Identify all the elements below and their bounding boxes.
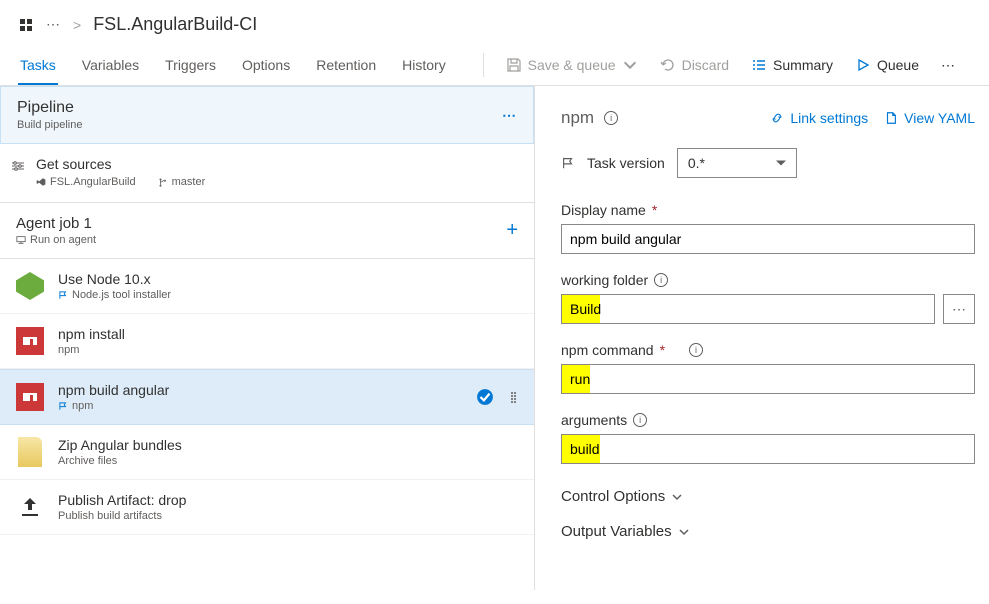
task-detail-title: npm: [561, 108, 594, 128]
task-row[interactable]: Publish Artifact: drop Publish build arti…: [0, 480, 534, 535]
chevron-right-icon: >: [73, 17, 81, 33]
task-row[interactable]: npm build angular npm: [0, 369, 534, 425]
working-folder-input[interactable]: [561, 294, 935, 324]
undo-icon: [660, 57, 676, 73]
link-settings-button[interactable]: Link settings: [770, 110, 868, 126]
link-icon: [770, 111, 784, 125]
task-title: npm build angular: [58, 382, 462, 398]
required-marker: *: [660, 342, 665, 358]
branch-icon: [158, 177, 168, 187]
nodejs-icon: [16, 272, 44, 300]
job-subtitle: Run on agent: [16, 234, 96, 246]
pipelines-icon[interactable]: [18, 17, 34, 33]
tab-history[interactable]: History: [400, 45, 448, 85]
task-title: npm install: [58, 326, 518, 342]
add-task-button[interactable]: +: [506, 219, 518, 242]
task-title: Use Node 10.x: [58, 271, 518, 287]
get-sources-title: Get sources: [36, 156, 205, 172]
display-name-input[interactable]: [561, 224, 975, 254]
get-sources-row[interactable]: Get sources FSL.AngularBuild master: [0, 144, 534, 202]
branch-name: master: [158, 176, 206, 188]
check-icon: [476, 388, 494, 406]
chevron-down-icon: [622, 57, 638, 73]
settings-icon: [10, 158, 26, 177]
repo-name: FSL.AngularBuild: [36, 176, 136, 188]
vs-icon: [36, 177, 46, 187]
arguments-label: arguments: [561, 412, 627, 428]
working-folder-label: working folder: [561, 272, 648, 288]
discard-button[interactable]: Discard: [652, 51, 737, 79]
task-row[interactable]: npm install npm: [0, 314, 534, 369]
pipeline-more-button[interactable]: ⋯: [502, 107, 517, 124]
tab-retention[interactable]: Retention: [314, 45, 378, 85]
task-title: Publish Artifact: drop: [58, 492, 518, 508]
browse-folder-button[interactable]: ⋯: [943, 294, 975, 324]
task-subtitle: Node.js tool installer: [58, 289, 518, 301]
flag-icon: [561, 156, 575, 170]
breadcrumb-title: FSL.AngularBuild-CI: [93, 14, 257, 35]
yaml-icon: [884, 111, 898, 125]
breadcrumb-ellipsis[interactable]: ⋯: [46, 16, 61, 33]
tab-options[interactable]: Options: [240, 45, 292, 85]
agent-icon: [16, 235, 26, 245]
view-yaml-button[interactable]: View YAML: [884, 110, 975, 126]
info-icon[interactable]: i: [689, 343, 703, 357]
npm-icon: [16, 327, 44, 355]
ellipsis-icon: ⋯: [941, 57, 955, 74]
npm-command-input[interactable]: [561, 364, 975, 394]
drag-handle[interactable]: [508, 392, 518, 403]
chevron-down-icon: [671, 491, 683, 503]
task-title: Zip Angular bundles: [58, 437, 518, 453]
archive-icon: [18, 437, 42, 467]
summary-button[interactable]: Summary: [743, 51, 841, 79]
agent-job-header[interactable]: Agent job 1 Run on agent +: [0, 202, 534, 259]
queue-button[interactable]: Queue: [847, 51, 927, 79]
task-version-select[interactable]: 0.*: [677, 148, 797, 178]
job-title: Agent job 1: [16, 215, 96, 232]
arguments-input[interactable]: [561, 434, 975, 464]
save-icon: [506, 57, 522, 73]
more-actions-button[interactable]: ⋯: [933, 51, 963, 80]
tab-tasks[interactable]: Tasks: [18, 45, 58, 85]
save-queue-button[interactable]: Save & queue: [498, 51, 646, 79]
flag-icon: [58, 401, 68, 411]
display-name-label: Display name: [561, 202, 646, 218]
chevron-down-icon: [678, 526, 690, 538]
tab-triggers[interactable]: Triggers: [163, 45, 218, 85]
info-icon[interactable]: i: [633, 413, 647, 427]
task-subtitle: Publish build artifacts: [58, 510, 518, 522]
task-version-label: Task version: [587, 155, 665, 171]
task-row[interactable]: Use Node 10.x Node.js tool installer: [0, 259, 534, 314]
task-subtitle: npm: [58, 344, 518, 356]
output-variables-section[interactable]: Output Variables: [561, 517, 989, 546]
info-icon[interactable]: i: [604, 111, 618, 125]
info-icon[interactable]: i: [654, 273, 668, 287]
upload-icon: [16, 493, 44, 521]
task-subtitle: Archive files: [58, 455, 518, 467]
pipeline-title: Pipeline: [17, 99, 82, 117]
task-row[interactable]: Zip Angular bundles Archive files: [0, 425, 534, 480]
flag-icon: [58, 290, 68, 300]
control-options-section[interactable]: Control Options: [561, 482, 989, 511]
pipeline-header[interactable]: Pipeline Build pipeline ⋯: [0, 86, 534, 144]
npm-icon: [16, 383, 44, 411]
separator: [483, 53, 484, 77]
play-icon: [855, 57, 871, 73]
required-marker: *: [652, 202, 657, 218]
npm-command-label: npm command: [561, 342, 654, 358]
list-icon: [751, 57, 767, 73]
pipeline-subtitle: Build pipeline: [17, 119, 82, 131]
task-subtitle: npm: [58, 400, 462, 412]
tab-variables[interactable]: Variables: [80, 45, 141, 85]
